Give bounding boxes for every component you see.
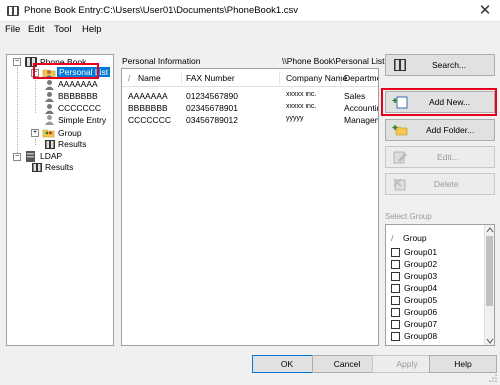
group-checkbox-item[interactable]: Group04 [391,283,471,294]
group-list-scrollbar[interactable] [484,225,494,345]
tree-item-simple-entry[interactable]: Simple Entry [58,115,106,125]
close-icon[interactable]: ✕ [470,0,500,22]
cell-department: Accounting [344,103,378,113]
checkbox[interactable] [391,332,400,341]
menu-tool[interactable]: Tool [54,24,71,35]
table-row[interactable]: BBBBBBB 02345678901 xxxxx inc. Accountin… [122,103,378,115]
checkbox[interactable] [391,272,400,281]
sort-indicator: / [391,233,394,243]
cell-name: AAAAAAA [128,91,168,101]
menu-edit[interactable]: Edit [28,24,44,35]
person-icon [45,92,54,102]
cell-fax: 01234567890 [186,91,239,101]
checkbox[interactable] [391,284,400,293]
tree-item-entry[interactable]: CCCCCCC [58,103,101,113]
window-title: Phone Book Entry:C:\Users\User01\Documen… [24,5,299,16]
select-group-panel: Select Group / Group Group01 Group02 Gro… [385,212,495,346]
group-column-header: Group [403,233,427,243]
cell-department: Management [344,115,378,125]
group-checkbox-item[interactable]: Group08 [391,331,471,342]
cell-company: yyyyy [286,115,304,122]
tree-collapse-toggle[interactable]: − [13,58,21,66]
table-row[interactable]: AAAAAAA 01234567890 xxxxx inc. Sales [122,91,378,103]
highlight-box [381,88,497,116]
column-header-department[interactable]: Department [344,73,378,83]
person-icon [45,80,54,90]
edit-button[interactable]: Edit... [385,146,495,168]
group-checklist[interactable]: / Group Group01 Group02 Group03 Group04 … [385,224,495,346]
tree-item-entry[interactable]: AAAAAAA [58,79,98,89]
cell-name: CCCCCCC [128,115,171,125]
checkbox[interactable] [391,260,400,269]
column-header-name[interactable]: Name [138,73,161,83]
results-book-icon [45,140,55,149]
table-row[interactable]: CCCCCCC 03456789012 yyyyy Management [122,115,378,127]
group-checkbox-item[interactable]: Group03 [391,271,471,282]
search-button[interactable]: Search... [385,54,495,76]
group-folder-icon [42,129,55,138]
tree-item-ldap-results[interactable]: Results [45,162,73,172]
group-checkbox-item[interactable]: Group05 [391,295,471,306]
cell-company: xxxxx inc. [286,91,317,98]
group-checkbox-item[interactable]: Group02 [391,259,471,270]
personal-information-label: Personal Information [122,56,201,66]
add-folder-button[interactable]: Add Folder... [385,119,495,141]
delete-icon [393,178,406,191]
menu-file[interactable]: File [5,24,20,35]
results-book-icon [32,163,42,172]
highlight-box [33,63,99,79]
tree-item-group-results[interactable]: Results [58,139,86,149]
sort-indicator: / [128,73,131,83]
delete-button[interactable]: Delete [385,173,495,195]
column-header-fax[interactable]: FAX Number [186,73,235,83]
tree-expand-toggle[interactable]: + [31,129,39,137]
menu-bar: File Edit Tool Help [0,22,500,38]
menu-help[interactable]: Help [82,24,102,35]
tree-item-entry[interactable]: BBBBBBB [58,91,98,101]
cell-name: BBBBBBB [128,103,168,113]
title-bar: Phone Book Entry:C:\Users\User01\Documen… [0,0,500,22]
cell-company: xxxxx inc. [286,103,317,110]
list-header: / Name FAX Number Company Name Departmen… [122,69,378,87]
phonebook-app-icon [7,6,19,16]
cell-fax: 03456789012 [186,115,239,125]
edit-icon [393,151,407,164]
resize-grip-icon[interactable] [488,373,498,383]
group-checkbox-item[interactable]: Group06 [391,307,471,318]
checkbox[interactable] [391,308,400,317]
column-header-company[interactable]: Company Name [286,73,347,83]
group-checkbox-item[interactable]: Group07 [391,319,471,330]
entry-list[interactable]: / Name FAX Number Company Name Departmen… [121,68,379,346]
scroll-thumb[interactable] [486,236,493,306]
person-icon [45,104,54,114]
phonebook-tree[interactable]: − Phone Book − Personal List AAAAAAA BBB… [6,54,114,346]
checkbox[interactable] [391,248,400,257]
scroll-down-arrow-icon[interactable] [486,338,494,344]
tree-item-group[interactable]: Group [58,128,82,138]
current-path-label: \\Phone Book\Personal List [282,56,385,66]
checkbox[interactable] [391,296,400,305]
select-group-title: Select Group [385,212,432,221]
scroll-up-arrow-icon[interactable] [486,227,494,233]
add-folder-icon [392,125,408,136]
tree-collapse-toggle[interactable]: − [13,153,21,161]
simple-entry-icon [45,115,54,125]
cell-fax: 02345678901 [186,103,239,113]
phone-book-icon [394,59,406,71]
checkbox[interactable] [391,320,400,329]
group-checkbox-item[interactable]: Group01 [391,247,471,258]
cell-department: Sales [344,91,366,101]
help-button[interactable]: Help [429,355,497,373]
tree-item-ldap[interactable]: LDAP [40,151,62,161]
